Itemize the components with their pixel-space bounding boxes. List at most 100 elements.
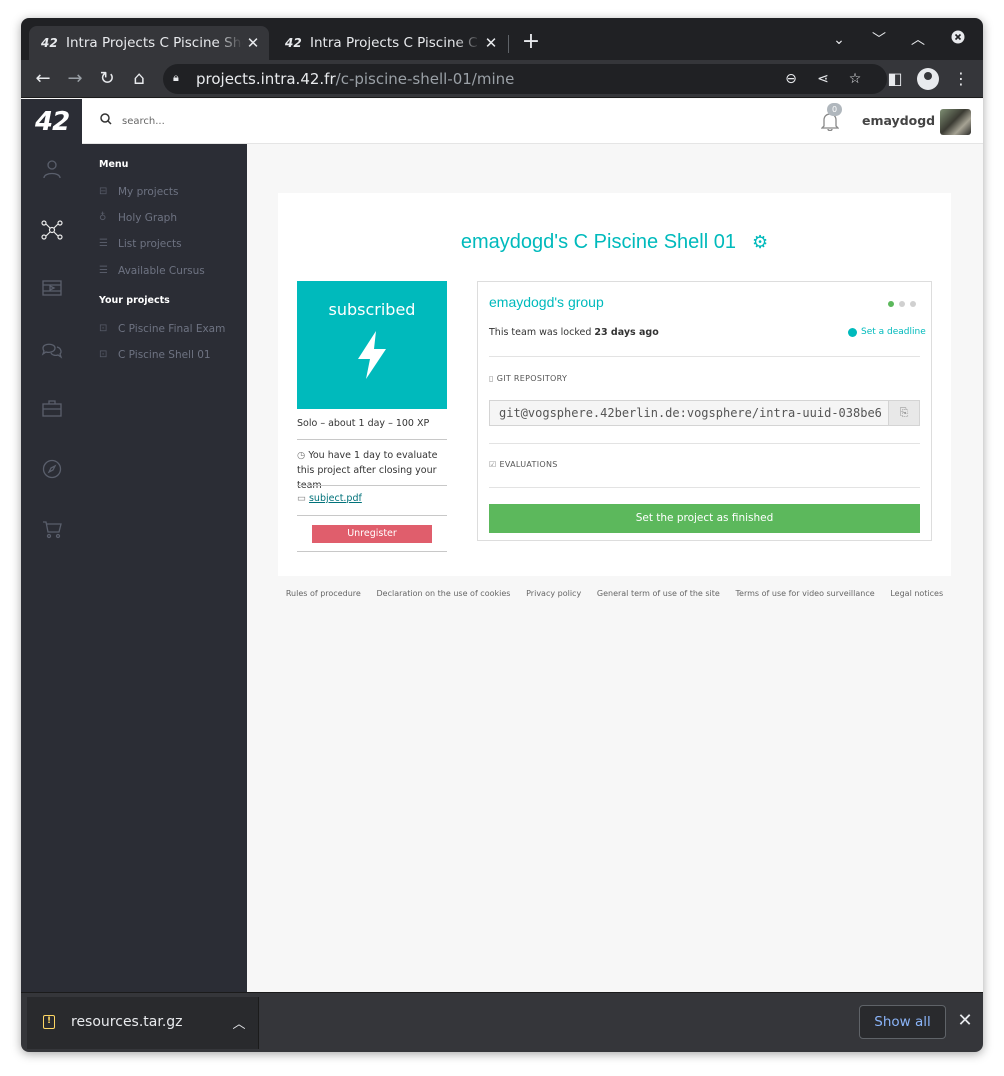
- profile-avatar-icon[interactable]: [917, 68, 939, 90]
- page-content: 42 search... 0 emaydogd Menu ⊟ My projec…: [21, 99, 983, 992]
- menu-item-list-projects[interactable]: ☰ List projects: [99, 238, 182, 250]
- browser-toolbar: ← → ↻ ⌂ 🔒︎ projects.intra.42.fr/c-piscin…: [21, 60, 983, 98]
- footer-link-legal[interactable]: Legal notices: [890, 589, 943, 598]
- gear-icon[interactable]: ⚙: [752, 232, 768, 252]
- projects-graph-icon[interactable]: [41, 219, 63, 241]
- side-panel-icon[interactable]: ◧: [883, 67, 907, 91]
- set-deadline-link[interactable]: Set a deadline: [848, 327, 926, 337]
- url-text: projects.intra.42.fr/c-piscine-shell-01/…: [196, 70, 515, 88]
- user-avatar[interactable]: [940, 109, 971, 135]
- file-icon: ▭: [297, 493, 306, 504]
- menu-kebab-icon[interactable]: ⋮: [949, 67, 973, 91]
- bookmark-star-icon[interactable]: ☆: [845, 69, 865, 89]
- group-title[interactable]: emaydogd's group: [489, 294, 604, 310]
- copy-clipboard-icon[interactable]: ⎘: [888, 400, 920, 426]
- project-item-shell-01[interactable]: ⊡ C Piscine Shell 01: [99, 349, 211, 361]
- lightning-bolt-icon: [358, 331, 386, 379]
- dot[interactable]: [899, 301, 905, 307]
- divider: [297, 515, 447, 516]
- forum-chat-icon[interactable]: [41, 339, 63, 361]
- project-icon: ⊡: [99, 323, 108, 334]
- status-tile: subscribed: [297, 281, 447, 409]
- shop-cart-icon[interactable]: [41, 519, 63, 541]
- home-icon[interactable]: ⌂: [127, 67, 151, 91]
- 42-logo[interactable]: 42: [35, 107, 70, 137]
- maximize-icon[interactable]: ︿: [908, 30, 928, 50]
- evaluate-notice: ◷ You have 1 day to evaluate this projec…: [297, 450, 438, 491]
- download-item[interactable]: ! resources.tar.gz ︿: [27, 997, 259, 1049]
- tab-close-icon[interactable]: ✕: [481, 33, 501, 53]
- footer-link-rules[interactable]: Rules of procedure: [286, 589, 361, 598]
- status-label: subscribed: [328, 300, 416, 319]
- project-icon: ⊡: [99, 349, 108, 360]
- browser-window: 42 Intra Projects C Piscine Shell 01 Min…: [21, 18, 983, 1052]
- divider: [297, 551, 447, 552]
- 42-favicon-icon: 42: [41, 36, 58, 50]
- reload-icon[interactable]: ↻: [95, 67, 119, 91]
- back-arrow-icon[interactable]: ←: [31, 67, 55, 91]
- forward-arrow-icon[interactable]: →: [63, 67, 87, 91]
- share-icon[interactable]: ⋖: [813, 69, 833, 89]
- tab-inactive[interactable]: 42 Intra Projects C Piscine C 0 ✕: [273, 26, 507, 60]
- companies-briefcase-icon[interactable]: [41, 399, 63, 421]
- clock-icon: [848, 327, 857, 337]
- address-bar[interactable]: 🔒︎ projects.intra.42.fr/c-piscine-shell-…: [163, 64, 887, 94]
- project-item-final-exam[interactable]: ⊡ C Piscine Final Exam: [99, 323, 225, 335]
- elearning-video-icon[interactable]: [41, 279, 63, 301]
- footer-link-terms[interactable]: General term of use of the site: [597, 589, 720, 598]
- search-input[interactable]: [122, 111, 322, 131]
- window-close-icon[interactable]: [948, 30, 968, 50]
- tab-search-chevron-icon[interactable]: ⌄: [829, 30, 849, 50]
- project-card: emaydogd's C Piscine Shell 01 ⚙ subscribe…: [278, 193, 951, 576]
- divider: [489, 443, 920, 444]
- tab-active[interactable]: 42 Intra Projects C Piscine Shell 01 Min…: [29, 26, 269, 60]
- checkbox-icon: ☑: [489, 460, 497, 469]
- close-icon[interactable]: ✕: [955, 1011, 975, 1031]
- briefcase-icon: ⊟: [99, 186, 108, 197]
- lock-icon: 🔒︎: [173, 71, 179, 84]
- file-icon: ▯: [489, 374, 494, 383]
- pagination-dots: [888, 301, 916, 307]
- footer-link-privacy[interactable]: Privacy policy: [526, 589, 581, 598]
- menu-item-available-cursus[interactable]: ☰ Available Cursus: [99, 265, 205, 277]
- dot[interactable]: [910, 301, 916, 307]
- chevron-up-icon[interactable]: ︿: [229, 1013, 249, 1032]
- show-all-button[interactable]: Show all: [859, 1005, 946, 1039]
- tab-strip: 42 Intra Projects C Piscine Shell 01 Min…: [21, 18, 983, 60]
- menu-heading: Menu: [99, 159, 129, 170]
- minimize-icon[interactable]: ﹀: [869, 30, 889, 50]
- new-tab-plus-icon[interactable]: +: [519, 31, 543, 55]
- git-repository-label: ▯ GIT REPOSITORY: [489, 374, 568, 383]
- username-label[interactable]: emaydogd: [862, 113, 935, 128]
- zoom-icon[interactable]: ⊖: [781, 69, 801, 89]
- unregister-button[interactable]: Unregister: [312, 525, 432, 543]
- dot-active[interactable]: [888, 301, 894, 307]
- download-filename: resources.tar.gz: [71, 1014, 183, 1030]
- search-icon: [100, 113, 114, 127]
- notification-count-badge: 0: [827, 103, 842, 116]
- footer-links: Rules of procedure Declaration on the us…: [278, 589, 951, 598]
- list-icon: ☰: [99, 238, 108, 249]
- compass-icon[interactable]: [41, 459, 63, 481]
- divider: [297, 439, 447, 440]
- downloads-bar: ! resources.tar.gz ︿ Show all ✕: [21, 992, 983, 1052]
- footer-link-cookies[interactable]: Declaration on the use of cookies: [377, 589, 511, 598]
- project-title: emaydogd's C Piscine Shell 01 ⚙: [460, 231, 769, 253]
- divider: [297, 485, 447, 486]
- team-locked-info: This team was locked 23 days ago: [489, 327, 659, 338]
- group-panel: emaydogd's group This team was locked 23…: [477, 281, 932, 541]
- profile-user-icon[interactable]: [41, 159, 63, 181]
- git-repository-field[interactable]: git@vogsphere.42berlin.de:vogsphere/intr…: [489, 400, 889, 426]
- menu-item-my-projects[interactable]: ⊟ My projects: [99, 186, 179, 198]
- tab-close-icon[interactable]: ✕: [243, 33, 263, 53]
- divider: [489, 487, 920, 488]
- evaluations-label: ☑ EVALUATIONS: [489, 460, 558, 469]
- bulb-icon: ♁: [99, 212, 107, 223]
- icon-sidebar: 42: [21, 99, 82, 992]
- menu-item-holy-graph[interactable]: ♁ Holy Graph: [99, 212, 177, 224]
- footer-link-video[interactable]: Terms of use for video surveillance: [736, 589, 875, 598]
- divider: [489, 356, 920, 357]
- subject-pdf-link[interactable]: ▭ subject.pdf: [297, 493, 362, 504]
- top-header: 0 emaydogd: [82, 99, 983, 144]
- set-finished-button[interactable]: Set the project as finished: [489, 504, 920, 533]
